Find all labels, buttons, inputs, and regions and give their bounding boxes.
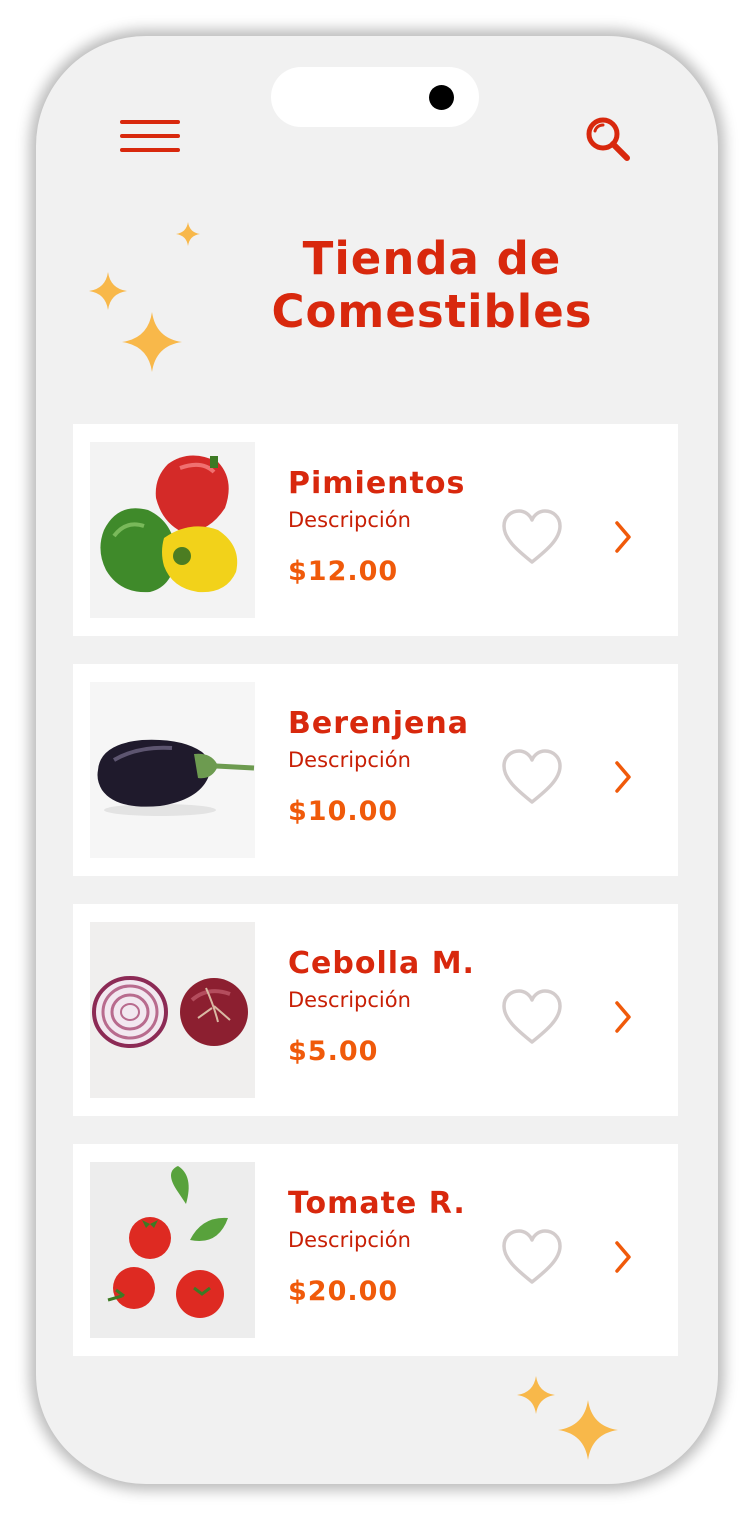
sparkle-icon bbox=[89, 272, 127, 310]
chevron-right-icon bbox=[615, 1241, 631, 1273]
view-product-button[interactable] bbox=[611, 1000, 635, 1034]
sparkle-icon bbox=[122, 312, 182, 372]
page-title: Tienda de Comestibles bbox=[236, 232, 628, 338]
favorite-button[interactable] bbox=[501, 508, 563, 566]
menu-bar bbox=[120, 148, 180, 152]
product-name: Pimientos bbox=[288, 466, 466, 501]
chevron-right-icon bbox=[615, 1001, 631, 1033]
phone-notch bbox=[271, 67, 479, 127]
tomatoes-basil-image bbox=[90, 1162, 255, 1338]
menu-bar bbox=[120, 120, 180, 124]
product-name: Berenjena bbox=[288, 706, 469, 741]
view-product-button[interactable] bbox=[611, 760, 635, 794]
product-name: Tomate R. bbox=[288, 1186, 466, 1221]
product-description: Descripción bbox=[288, 988, 411, 1012]
red-onion-image bbox=[90, 922, 255, 1098]
product-image-red-onion bbox=[90, 922, 255, 1098]
bell-peppers-image bbox=[90, 442, 255, 618]
product-image-bell-peppers bbox=[90, 442, 255, 618]
view-product-button[interactable] bbox=[611, 520, 635, 554]
chevron-right-icon bbox=[615, 761, 631, 793]
product-card-cebolla[interactable]: Cebolla M. Descripción $5.00 bbox=[73, 904, 678, 1116]
heart-icon bbox=[502, 509, 562, 564]
product-price: $12.00 bbox=[288, 556, 399, 587]
product-image-eggplant bbox=[90, 682, 255, 858]
product-description: Descripción bbox=[288, 748, 411, 772]
search-icon bbox=[586, 117, 630, 161]
product-name: Cebolla M. bbox=[288, 946, 475, 981]
page-title-line: Tienda de bbox=[302, 232, 562, 285]
product-card-tomate[interactable]: Tomate R. Descripción $20.00 bbox=[73, 1144, 678, 1356]
product-description: Descripción bbox=[288, 508, 411, 532]
favorite-button[interactable] bbox=[501, 988, 563, 1046]
product-price: $5.00 bbox=[288, 1036, 379, 1067]
product-description: Descripción bbox=[288, 1228, 411, 1252]
sparkle-icon bbox=[558, 1400, 618, 1460]
chevron-right-icon bbox=[615, 521, 631, 553]
heart-icon bbox=[502, 1229, 562, 1284]
product-card-pimientos[interactable]: Pimientos Descripción $12.00 bbox=[73, 424, 678, 636]
favorite-button[interactable] bbox=[501, 1228, 563, 1286]
search-button[interactable] bbox=[584, 116, 632, 164]
page-title-line: Comestibles bbox=[271, 285, 593, 338]
view-product-button[interactable] bbox=[611, 1240, 635, 1274]
camera-dot bbox=[429, 85, 454, 110]
product-image-tomatoes bbox=[90, 1162, 255, 1338]
product-card-berenjena[interactable]: Berenjena Descripción $10.00 bbox=[73, 664, 678, 876]
heart-icon bbox=[502, 749, 562, 804]
product-price: $20.00 bbox=[288, 1276, 399, 1307]
heart-icon bbox=[502, 989, 562, 1044]
phone-frame: Tienda de Comestibles Pimientos Descripc… bbox=[36, 36, 718, 1484]
sparkle-icon bbox=[517, 1376, 555, 1414]
eggplant-image bbox=[90, 682, 255, 858]
sparkle-icon bbox=[176, 222, 200, 246]
menu-button[interactable] bbox=[120, 118, 182, 158]
favorite-button[interactable] bbox=[501, 748, 563, 806]
menu-bar bbox=[120, 134, 180, 138]
product-price: $10.00 bbox=[288, 796, 399, 827]
